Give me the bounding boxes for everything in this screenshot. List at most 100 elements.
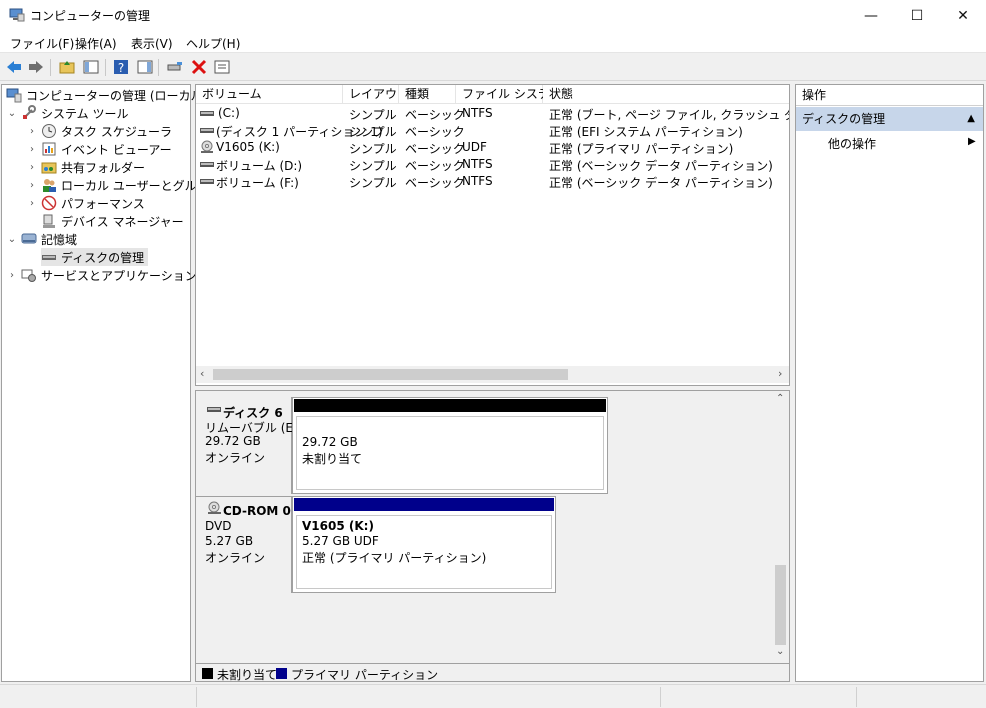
cell-status: 正常 (ベーシック データ パーティション) [549, 176, 773, 190]
actions-section-label: ディスクの管理 [802, 112, 886, 126]
disk-kind: DVD [205, 519, 232, 533]
tree-node-local-users[interactable]: › ローカル ユーザーとグループ [26, 176, 220, 194]
cell-filesystem: NTFS [462, 106, 493, 120]
tree-node-disk-management[interactable]: ディスクの管理 [41, 248, 149, 266]
tree-label: イベント ビューアー [61, 142, 172, 157]
drive-icon [207, 407, 221, 412]
tree-label: タスク スケジューラ [61, 124, 172, 139]
toolbar-separator [105, 59, 106, 76]
help-icon[interactable]: ? [112, 58, 130, 76]
back-icon[interactable] [5, 58, 23, 76]
chevron-right-icon[interactable]: › [26, 198, 38, 209]
partition-size: 5.27 GB UDF [302, 534, 379, 548]
tree-label: サービスとアプリケーション [41, 268, 197, 283]
tree-node-storage[interactable]: ⌄ 記憶域 [6, 230, 77, 248]
actions-header: 操作 [796, 85, 983, 106]
column-header-filesystem[interactable]: ファイル システム [456, 85, 561, 104]
performance-icon [41, 195, 57, 211]
tree-node-system-tools[interactable]: ⌄ システム ツール [6, 104, 128, 122]
collapse-up-icon[interactable]: ▲ [967, 107, 975, 131]
scroll-right-icon[interactable]: › [778, 367, 782, 380]
table-row[interactable]: ボリューム (D:) シンプル ベーシック NTFS 正常 (ベーシック データ… [196, 156, 789, 173]
legend: 未割り当て プライマリ パーティション [196, 663, 789, 682]
cell-filesystem: NTFS [462, 157, 493, 171]
close-button[interactable]: ✕ [940, 0, 986, 31]
more-actions-item[interactable]: 他の操作 [828, 135, 876, 152]
properties-icon[interactable] [213, 58, 231, 76]
up-folder-icon[interactable] [58, 58, 76, 76]
tree-node-task-scheduler[interactable]: › タスク スケジューラ [26, 122, 172, 140]
connect-icon[interactable] [166, 58, 184, 76]
scroll-up-icon[interactable]: ⌃ [776, 393, 784, 404]
show-hide-tree-icon[interactable] [82, 58, 100, 76]
vertical-scrollbar[interactable]: ⌃ ⌄ [772, 391, 789, 661]
chevron-down-icon[interactable]: ⌄ [6, 108, 18, 119]
chevron-right-icon[interactable]: › [26, 126, 38, 137]
delete-icon[interactable] [190, 58, 208, 76]
more-actions-label: 他の操作 [828, 137, 877, 151]
tree-node-device-manager[interactable]: デバイス マネージャー [41, 212, 184, 230]
forward-icon[interactable] [27, 58, 45, 76]
users-icon [43, 179, 56, 192]
tree-node-event-viewer[interactable]: › イベント ビューアー [26, 140, 172, 158]
drive-icon [200, 111, 214, 116]
horizontal-scrollbar[interactable]: ‹ › [196, 366, 789, 383]
column-header-type[interactable]: 種類 [399, 85, 456, 104]
cell-layout: シンプル [349, 125, 397, 139]
tree-node-shared-folders[interactable]: › 共有フォルダー [26, 158, 145, 176]
partition-unallocated[interactable]: 29.72 GB 未割り当て [292, 397, 608, 494]
minimize-button[interactable]: — [848, 0, 894, 31]
chevron-right-icon[interactable]: › [26, 144, 38, 155]
tree-node-root[interactable]: コンピューターの管理 (ローカル) [6, 86, 207, 104]
disk-size: 5.27 GB [205, 534, 254, 548]
column-header-layout[interactable]: レイアウト [343, 85, 409, 104]
scrollbar-thumb[interactable] [213, 369, 568, 380]
column-header-volume[interactable]: ボリューム [196, 85, 343, 104]
disk-name: CD-ROM 0 [223, 504, 291, 518]
scroll-down-icon[interactable]: ⌄ [776, 646, 784, 657]
cell-type: ベーシック [405, 125, 465, 139]
table-row[interactable]: (ディスク 1 パーティション 1) シンプル ベーシック 正常 (EFI シス… [196, 122, 789, 139]
cd-icon [208, 501, 221, 514]
cell-layout: シンプル [349, 176, 397, 190]
table-row[interactable]: ボリューム (F:) シンプル ベーシック NTFS 正常 (ベーシック データ… [196, 173, 789, 190]
chevron-down-icon[interactable]: ⌄ [6, 234, 18, 245]
maximize-button[interactable]: ☐ [894, 0, 940, 31]
chevron-right-icon[interactable]: › [6, 270, 18, 281]
disk-state: オンライン [205, 551, 266, 565]
volume-list: ボリューム レイアウト 種類 ファイル システム 状態 (C:) シンプル ベー… [195, 84, 790, 386]
event-viewer-icon [42, 142, 56, 156]
table-row[interactable]: (C:) シンプル ベーシック NTFS 正常 (ブート, ページ ファイル, … [196, 105, 789, 122]
disk-label-cdrom-0[interactable]: CD-ROM 0 DVD 5.27 GB オンライン [196, 496, 292, 593]
tree-node-services-apps[interactable]: › サービスとアプリケーション [6, 266, 197, 284]
clock-icon [42, 124, 56, 138]
services-icon [21, 269, 36, 282]
menu-view[interactable]: 表示(V) [131, 35, 173, 52]
title-bar: コンピューターの管理 — ☐ ✕ [0, 0, 986, 31]
submenu-arrow-icon[interactable]: ▶ [968, 136, 976, 147]
column-header-status[interactable]: 状態 [543, 85, 789, 104]
chevron-right-icon[interactable]: › [26, 180, 38, 191]
menu-file[interactable]: ファイル(F) [10, 35, 74, 52]
tree-node-performance[interactable]: › パフォーマンス [26, 194, 145, 212]
disk-label-disk-6[interactable]: ディスク 6 リムーバブル (E:) 29.72 GB オンライン [196, 397, 302, 494]
show-hide-action-icon[interactable] [136, 58, 154, 76]
actions-section-disk-management[interactable]: ディスクの管理 ▲ [796, 107, 983, 131]
scrollbar-thumb[interactable] [775, 565, 786, 645]
computer-management-icon [6, 88, 22, 103]
partition-volume: V1605 (K:) [302, 519, 374, 533]
partition-detail: 29.72 GB 未割り当て [296, 416, 604, 490]
cell-status: 正常 (ブート, ページ ファイル, クラッシュ ダンプ, ベーシ [549, 108, 789, 122]
menu-action[interactable]: 操作(A) [75, 35, 117, 52]
scroll-left-icon[interactable]: ‹ [200, 367, 204, 380]
chevron-right-icon[interactable]: › [26, 162, 38, 173]
disk-icon [42, 255, 56, 260]
partition-primary[interactable]: V1605 (K:) 5.27 GB UDF 正常 (プライマリ パーティション… [292, 496, 556, 593]
tree-label: パフォーマンス [61, 196, 145, 211]
cell-status: 正常 (EFI システム パーティション) [549, 125, 743, 139]
status-bar [0, 684, 986, 708]
menu-help[interactable]: ヘルプ(H) [186, 35, 240, 52]
cell-status: 正常 (ベーシック データ パーティション) [549, 159, 773, 173]
storage-icon [21, 233, 37, 244]
table-row[interactable]: V1605 (K:) シンプル ベーシック UDF 正常 (プライマリ パーティ… [196, 139, 789, 156]
